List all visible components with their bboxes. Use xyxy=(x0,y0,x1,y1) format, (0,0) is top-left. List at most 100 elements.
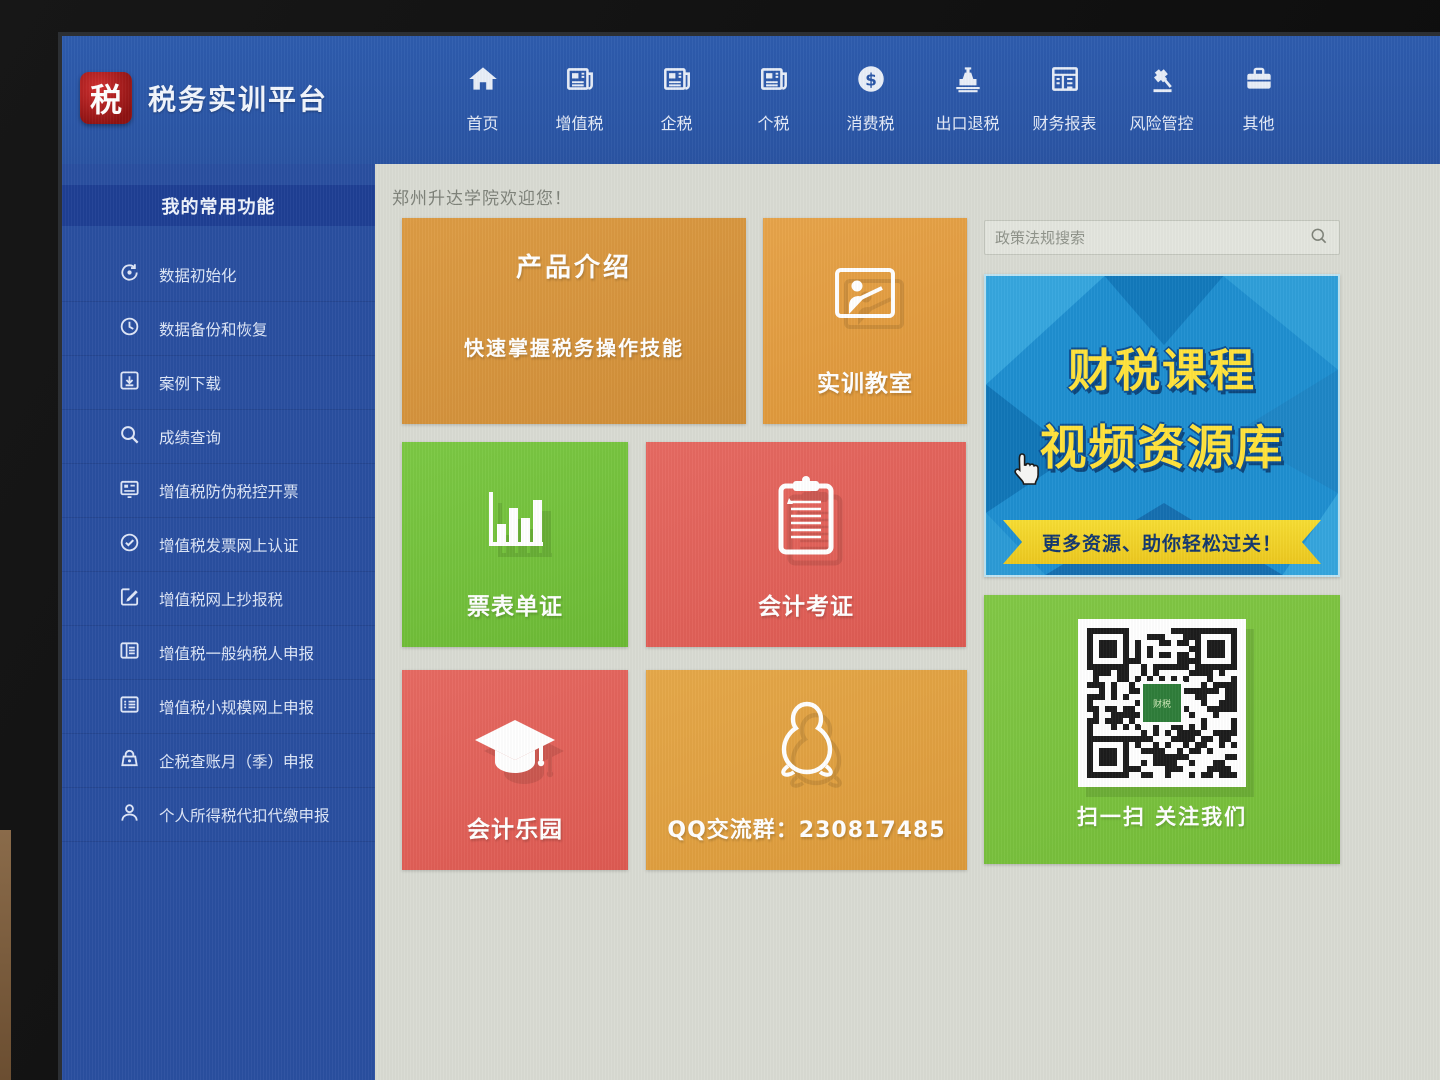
sidebar-item-anti-fake-invoicing[interactable]: 增值税防伪税控开票 xyxy=(62,464,375,518)
lock-bag-icon xyxy=(118,747,141,774)
newspaper-icon xyxy=(757,62,791,100)
nav-item-consumption-tax[interactable]: $ 消费税 xyxy=(822,54,919,134)
qr-code: 财税 xyxy=(1078,619,1246,787)
nav-item-vat[interactable]: 增值税 xyxy=(531,54,628,134)
sidebar: 我的常用功能 数据初始化 数据备份和恢复 案例下载 成绩查询 xyxy=(62,164,375,1080)
nav-item-individual-tax[interactable]: 个税 xyxy=(725,54,822,134)
check-circle-icon xyxy=(118,531,141,558)
nav-item-financial-report[interactable]: 财务报表 xyxy=(1016,54,1113,134)
sidebar-item-label: 企税查账月（季）申报 xyxy=(159,750,314,772)
sidebar-item-label: 数据初始化 xyxy=(159,264,237,286)
presenter-icon xyxy=(827,258,903,338)
sidebar-title: 我的常用功能 xyxy=(62,185,375,226)
policy-search-box xyxy=(984,220,1340,255)
sidebar-item-label: 案例下载 xyxy=(159,372,221,394)
form-table-icon xyxy=(118,639,141,666)
tile-label: 会计考证 xyxy=(758,587,854,621)
sidebar-item-score-query[interactable]: 成绩查询 xyxy=(62,410,375,464)
sidebar-item-invoice-online-verify[interactable]: 增值税发票网上认证 xyxy=(62,518,375,572)
home-icon xyxy=(466,62,500,100)
graduation-cap-icon xyxy=(469,714,561,794)
nav-label: 个税 xyxy=(757,110,789,134)
customs-building-icon xyxy=(951,62,985,100)
nav-item-export-rebate[interactable]: 出口退税 xyxy=(919,54,1016,134)
tile-title: 产品介绍 xyxy=(516,247,632,284)
qq-penguin-icon xyxy=(768,696,846,792)
sidebar-menu: 数据初始化 数据备份和恢复 案例下载 成绩查询 增值税防伪税控开票 xyxy=(62,248,375,842)
nav-label: 风险管控 xyxy=(1129,110,1193,134)
download-icon xyxy=(118,369,141,396)
refresh-icon xyxy=(118,261,141,288)
welcome-text: 郑州升达学院欢迎您！ xyxy=(392,184,572,209)
main-content: 郑州升达学院欢迎您！ 产品介绍 快速掌握税务操作技能 实训教室 票表单证 xyxy=(375,164,1440,1080)
svg-text:$: $ xyxy=(865,70,877,90)
tile-product-intro[interactable]: 产品介绍 快速掌握税务操作技能 xyxy=(402,218,746,424)
app-title: 税务实训平台 xyxy=(148,78,328,118)
nav-item-risk-control[interactable]: 风险管控 xyxy=(1113,54,1210,134)
tile-label: QQ交流群：230817485 xyxy=(667,812,945,844)
banner-title-line2: 视频资源库 xyxy=(986,409,1338,478)
banner-ribbon: 更多资源、助你轻松过关！ xyxy=(1003,520,1321,564)
sidebar-item-label: 成绩查询 xyxy=(159,426,221,448)
clipboard-icon xyxy=(767,472,845,564)
tile-accounting-park[interactable]: 会计乐园 xyxy=(402,670,628,870)
nav-label: 消费税 xyxy=(846,110,894,134)
sidebar-item-corp-tax-monthly-filing[interactable]: 企税查账月（季）申报 xyxy=(62,734,375,788)
tile-training-classroom[interactable]: 实训教室 xyxy=(763,218,967,424)
person-icon xyxy=(118,801,141,828)
gavel-icon xyxy=(1145,62,1179,100)
sidebar-item-label: 增值税防伪税控开票 xyxy=(159,480,299,502)
search-icon xyxy=(118,423,141,450)
tile-label: 会计乐园 xyxy=(467,810,563,844)
qr-code-grid: 财税 xyxy=(1087,628,1237,778)
policy-search-input[interactable] xyxy=(995,229,1309,247)
grid-table-icon xyxy=(118,693,141,720)
banner-title-line1: 财税课程 xyxy=(986,334,1338,399)
nav-label: 出口退税 xyxy=(935,110,999,134)
monitor-photo: 税 税务实训平台 首页 增值税 xyxy=(0,0,1440,1080)
tax-logo-icon: 税 xyxy=(80,72,132,124)
desk-surface xyxy=(0,830,11,1080)
tile-accounting-exam[interactable]: 会计考证 xyxy=(646,442,966,647)
invoice-doc-icon xyxy=(118,477,141,504)
top-header-bar: 税 税务实训平台 首页 增值税 xyxy=(62,36,1440,164)
sidebar-item-label: 增值税小规模网上申报 xyxy=(159,696,314,718)
sidebar-item-label: 个人所得税代扣代缴申报 xyxy=(159,804,330,826)
qr-center-logo: 财税 xyxy=(1140,681,1184,725)
sidebar-item-backup-restore[interactable]: 数据备份和恢复 xyxy=(62,302,375,356)
tile-label: 实训教室 xyxy=(817,364,913,398)
nav-item-home[interactable]: 首页 xyxy=(434,54,531,134)
history-clock-icon xyxy=(118,315,141,342)
nav-label: 首页 xyxy=(466,110,498,134)
main-nav: 首页 增值税 企税 个 xyxy=(434,54,1307,134)
edit-pencil-icon xyxy=(118,585,141,612)
search-icon[interactable] xyxy=(1309,226,1329,250)
newspaper-icon xyxy=(660,62,694,100)
sidebar-item-small-scale-online-filing[interactable]: 增值税小规模网上申报 xyxy=(62,680,375,734)
dollar-coin-icon: $ xyxy=(854,62,888,100)
sidebar-item-data-init[interactable]: 数据初始化 xyxy=(62,248,375,302)
sidebar-item-case-download[interactable]: 案例下载 xyxy=(62,356,375,410)
nav-item-other[interactable]: 其他 xyxy=(1210,54,1307,134)
tile-qq-group[interactable]: QQ交流群：230817485 xyxy=(646,670,967,870)
tile-label: 票表单证 xyxy=(467,587,563,621)
qr-caption: 扫一扫 关注我们 xyxy=(1077,801,1247,831)
brand: 税 税务实训平台 xyxy=(80,72,328,124)
briefcase-icon xyxy=(1242,62,1276,100)
sidebar-item-label: 增值税网上抄报税 xyxy=(159,588,283,610)
tile-invoice-documents[interactable]: 票表单证 xyxy=(402,442,628,647)
sidebar-item-general-taxpayer-filing[interactable]: 增值税一般纳税人申报 xyxy=(62,626,375,680)
video-course-banner[interactable]: 财税课程 视频资源库 更多资源、助你轻松过关！ xyxy=(984,274,1340,577)
nav-label: 增值税 xyxy=(555,110,603,134)
nav-item-corporate-tax[interactable]: 企税 xyxy=(628,54,725,134)
tile-subtitle: 快速掌握税务操作技能 xyxy=(464,332,684,361)
sidebar-item-label: 增值税发票网上认证 xyxy=(159,534,299,556)
screen: 税 税务实训平台 首页 增值税 xyxy=(62,36,1440,1080)
nav-label: 企税 xyxy=(660,110,692,134)
nav-label: 其他 xyxy=(1242,110,1274,134)
qr-follow-tile: 财税 扫一扫 关注我们 xyxy=(984,595,1340,864)
sidebar-item-online-tax-copy[interactable]: 增值税网上抄报税 xyxy=(62,572,375,626)
newspaper-icon xyxy=(563,62,597,100)
sidebar-item-personal-withholding-filing[interactable]: 个人所得税代扣代缴申报 xyxy=(62,788,375,842)
nav-label: 财务报表 xyxy=(1032,110,1096,134)
